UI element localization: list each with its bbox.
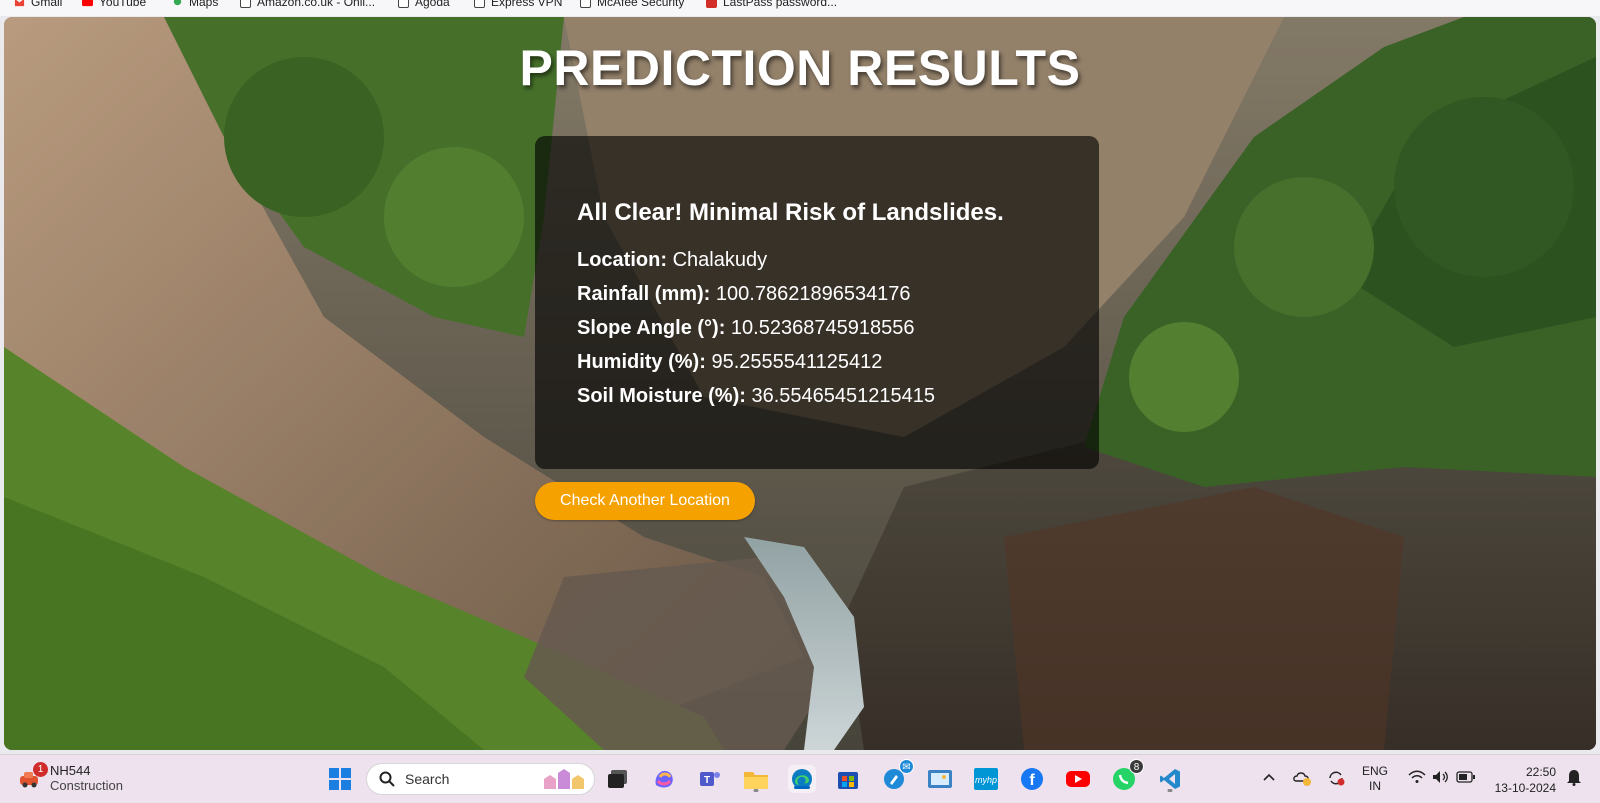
weather-subtitle: Construction (50, 778, 123, 793)
weather-title: NH544 (50, 763, 91, 778)
page-title: PREDICTION RESULTS (519, 40, 1081, 96)
bookmark-expressvpn[interactable]: Express VPN (474, 0, 562, 9)
page-icon (474, 0, 485, 8)
check-another-location-button[interactable]: Check Another Location (535, 482, 755, 520)
bookmark-label: Maps (189, 0, 219, 9)
sync-icon[interactable] (1326, 769, 1346, 791)
page-viewport: PREDICTION RESULTS All Clear! Minimal Ri… (4, 17, 1596, 750)
field-label: Location: (577, 249, 667, 271)
field-location: Location: Chalakudy (577, 243, 1057, 277)
edge-icon[interactable] (788, 765, 816, 793)
field-value: 95.2555541125412 (711, 351, 883, 373)
running-indicator (1167, 789, 1173, 792)
bookmark-label: LastPass password... (723, 0, 838, 9)
facebook-icon[interactable]: f (1018, 765, 1046, 793)
messaging-icon[interactable]: ✉ (880, 759, 914, 793)
bookmark-label: Express VPN (491, 0, 563, 9)
bookmark-label: Agoda (415, 0, 450, 9)
page-icon (240, 0, 251, 8)
clock-date: 13-10-2024 (1494, 781, 1556, 795)
results-card: All Clear! Minimal Risk of Landslides. L… (535, 136, 1099, 469)
myhp-icon[interactable]: myhp (972, 765, 1000, 793)
language-region: IN (1369, 779, 1381, 793)
store-icon[interactable] (834, 765, 862, 793)
language-code: ENG (1362, 764, 1389, 778)
language-indicator[interactable]: ENG IN (1362, 764, 1388, 794)
bookmark-lastpass[interactable]: LastPass password... (706, 0, 837, 9)
taskbar-search[interactable]: Search (366, 763, 595, 795)
youtube-icon[interactable] (1064, 765, 1092, 793)
volume-icon[interactable] (1432, 770, 1450, 788)
traffic-alert-icon: 1 (18, 762, 48, 790)
taskbar: 1 NH544 Construction Search T ✉ myhp f 8… (0, 754, 1600, 803)
bookmark-agoda[interactable]: Agoda (398, 0, 450, 9)
task-view-icon[interactable] (604, 765, 632, 793)
notification-badge: 1 (33, 762, 48, 777)
field-soil-moisture: Soil Moisture (%): 36.55465451215415 (577, 379, 1057, 413)
field-rainfall: Rainfall (mm): 100.78621896534176 (577, 277, 1057, 311)
whatsapp-icon[interactable]: 8 (1110, 759, 1144, 793)
page-icon (580, 0, 591, 8)
vscode-icon[interactable] (1156, 765, 1184, 793)
bookmark-maps[interactable]: Maps (172, 0, 218, 9)
clock-time: 22:50 (1525, 765, 1556, 779)
lastpass-icon (706, 0, 717, 8)
file-explorer-icon[interactable] (742, 765, 770, 793)
notification-bell-icon[interactable] (1566, 768, 1582, 790)
field-humidity: Humidity (%): 95.2555541125412 (577, 345, 1057, 379)
bookmark-gmail[interactable]: Gmail (14, 0, 62, 9)
bookmark-label: YouTube (99, 0, 147, 9)
bookmark-label: Gmail (31, 0, 63, 9)
page-icon (398, 0, 409, 8)
bookmark-label: Amazon.co.uk - Onli... (257, 0, 376, 9)
result-heading: All Clear! Minimal Risk of Landslides. (577, 199, 1004, 226)
windows-start-icon[interactable] (326, 765, 354, 793)
bookmark-youtube[interactable]: YouTube (82, 0, 146, 9)
onedrive-warning-icon[interactable] (1292, 769, 1312, 791)
search-placeholder: Search (405, 771, 450, 787)
field-value: 36.55465451215415 (751, 385, 935, 407)
mail-badge-icon: ✉ (899, 759, 914, 774)
whatsapp-unread-badge: 8 (1129, 759, 1144, 774)
search-icon (379, 771, 395, 787)
svg-text:T: T (704, 775, 710, 786)
photos-icon[interactable] (926, 765, 954, 793)
show-hidden-icons-chevron-icon[interactable] (1262, 771, 1276, 786)
gmail-icon (14, 0, 25, 6)
bookmarks-bar: Gmail YouTube Maps Amazon.co.uk - Onli..… (0, 0, 1600, 16)
active-window-indicator (794, 786, 810, 789)
running-indicator (753, 789, 759, 792)
field-label: Slope Angle (°): (577, 317, 726, 339)
copilot-icon[interactable] (650, 765, 678, 793)
field-label: Soil Moisture (%): (577, 385, 746, 407)
youtube-icon (82, 0, 93, 6)
clock[interactable]: 22:50 13-10-2024 (1495, 764, 1556, 796)
field-label: Humidity (%): (577, 351, 706, 373)
bookmark-amazon[interactable]: Amazon.co.uk - Onli... (240, 0, 375, 9)
bookmark-label: McAfee Security (597, 0, 685, 9)
maps-icon (173, 0, 182, 5)
field-value: 10.52368745918556 (730, 317, 915, 339)
field-label: Rainfall (mm): (577, 283, 711, 305)
wifi-icon[interactable] (1408, 770, 1426, 788)
svg-text:f: f (1029, 772, 1035, 789)
battery-icon[interactable] (1456, 771, 1476, 787)
svg-text:myhp: myhp (975, 775, 997, 785)
field-slope-angle: Slope Angle (°): 10.52368745918556 (577, 311, 1057, 345)
bookmark-mcafee[interactable]: McAfee Security (580, 0, 684, 9)
field-value: 100.78621896534176 (715, 283, 911, 305)
teams-icon[interactable]: T (696, 765, 724, 793)
field-value: Chalakudy (672, 249, 768, 271)
results-page: PREDICTION RESULTS All Clear! Minimal Ri… (4, 17, 1596, 750)
search-highlight-icon (544, 769, 584, 789)
weather-widget[interactable]: 1 NH544 Construction (18, 762, 123, 793)
